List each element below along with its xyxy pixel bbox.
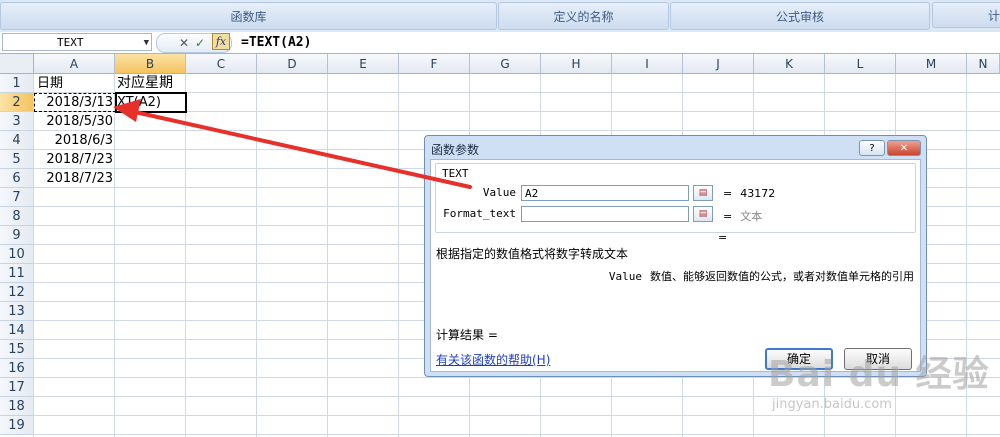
gridline-horizontal [34, 130, 1000, 131]
row-header-10[interactable]: 10 [0, 245, 34, 264]
argument-description-text: 数值、能够返回数值的公式，或者对数值单元格的引用 [650, 270, 914, 283]
function-result-equals: = [718, 231, 728, 244]
cell-a4[interactable]: 2018/6/3 [34, 131, 116, 150]
row-header-14[interactable]: 14 [0, 321, 34, 340]
function-description: 根据指定的数值格式将数字转成文本 [436, 247, 629, 261]
column-header-g[interactable]: G [470, 54, 541, 74]
column-header-m[interactable]: M [896, 54, 967, 74]
watermark-logo: Bai du 经验 [768, 354, 990, 395]
equals-sign: = [723, 210, 733, 223]
arg-label-format-text: Format_text [443, 207, 516, 220]
column-header-k[interactable]: K [754, 54, 825, 74]
cancel-icon[interactable]: ✕ [179, 35, 189, 51]
name-box[interactable]: TEXT ▼ [2, 33, 152, 51]
row-header-12[interactable]: 12 [0, 283, 34, 302]
function-arguments-dialog: 函数参数 ? ✕ TEXT Value A2 ▤ = 43172 Format_t… [424, 135, 927, 377]
ribbon-group-defined-names[interactable]: 定义的名称 [498, 2, 669, 30]
help-button[interactable]: ? [859, 140, 885, 156]
argument-description-name: Value [608, 270, 642, 283]
argument-description: Value 数值、能够返回数值的公式，或者对数值单元格的引用 [609, 268, 914, 284]
row-header-16[interactable]: 16 [0, 359, 34, 378]
gridline-vertical [398, 74, 399, 437]
formula-bar: TEXT ▼ ✕ ✓ fx =TEXT(A2) [0, 32, 1000, 54]
ribbon-group-label: 公式审核 [775, 9, 824, 24]
column-header-b[interactable]: B [115, 54, 186, 74]
row-header-18[interactable]: 18 [0, 397, 34, 416]
arguments-group: TEXT Value A2 ▤ = 43172 Format_text ▤ = 文本 [435, 163, 916, 233]
name-box-value: TEXT [57, 36, 84, 49]
row-header-2[interactable]: 2 [0, 93, 34, 112]
row-header-15[interactable]: 15 [0, 340, 34, 359]
collapse-dialog-icon[interactable]: ▤ [693, 206, 713, 222]
watermark-url: jingyan.baidu.com [772, 397, 892, 412]
arg-result-format-text-value: 文本 [740, 210, 763, 223]
formula-result: 计算结果 = [436, 328, 498, 342]
ribbon-group-calculation[interactable]: 计 [932, 2, 1000, 28]
arg-result-value-text: 43172 [740, 187, 776, 200]
column-header-i[interactable]: I [612, 54, 683, 74]
gridline-vertical [185, 74, 186, 437]
gridline-vertical [327, 74, 328, 437]
row-header-17[interactable]: 17 [0, 378, 34, 397]
row-header-5[interactable]: 5 [0, 150, 34, 169]
ribbon: 函数库 定义的名称 公式审核 计 [0, 0, 1000, 33]
column-header-d[interactable]: D [257, 54, 328, 74]
ribbon-group-label: 函数库 [230, 9, 267, 24]
row-header-11[interactable]: 11 [0, 264, 34, 283]
function-name: TEXT [442, 167, 469, 180]
cell-a2[interactable]: 2018/3/13 [34, 93, 116, 112]
column-header-h[interactable]: H [541, 54, 612, 74]
arg-result-format-text: = 文本 [723, 208, 762, 224]
cell-a3[interactable]: 2018/5/30 [34, 112, 116, 131]
row-header-19[interactable]: 19 [0, 416, 34, 435]
row-header-3[interactable]: 3 [0, 112, 34, 131]
format-text-input[interactable] [521, 206, 689, 222]
column-header-n[interactable]: N [967, 54, 1000, 74]
gridline-vertical [256, 74, 257, 437]
insert-function-icon[interactable]: fx [212, 33, 230, 50]
value-input[interactable]: A2 [521, 185, 689, 201]
column-header-c[interactable]: C [186, 54, 257, 74]
row-header-13[interactable]: 13 [0, 302, 34, 321]
chevron-down-icon[interactable]: ▼ [144, 34, 149, 52]
cell-a6[interactable]: 2018/7/23 [34, 169, 116, 188]
column-header-l[interactable]: L [825, 54, 896, 74]
select-all-corner[interactable] [0, 54, 34, 74]
cell-b2-editing[interactable]: XT(A2) [117, 93, 185, 112]
row-header-8[interactable]: 8 [0, 207, 34, 226]
column-header-a[interactable]: A [34, 54, 115, 74]
cell-a1[interactable]: 日期 [37, 74, 63, 93]
row-header-9[interactable]: 9 [0, 226, 34, 245]
arg-label-value: Value [482, 186, 516, 199]
column-header-j[interactable]: J [683, 54, 754, 74]
close-button[interactable]: ✕ [887, 140, 921, 156]
ribbon-group-label: 计 [988, 8, 1000, 23]
row-header-4[interactable]: 4 [0, 131, 34, 150]
cell-a5[interactable]: 2018/7/23 [34, 150, 116, 169]
baidu-watermark: Bai du 经验 jingyan.baidu.com [768, 345, 998, 435]
ribbon-group-label: 定义的名称 [553, 9, 614, 24]
collapse-dialog-icon[interactable]: ▤ [693, 185, 713, 201]
formula-input[interactable]: =TEXT(A2) [241, 32, 311, 53]
ribbon-group-formula-auditing[interactable]: 公式审核 [670, 2, 930, 30]
column-header-f[interactable]: F [399, 54, 470, 74]
dialog-title: 函数参数 [431, 143, 480, 157]
function-help-link[interactable]: 有关该函数的帮助(H) [436, 351, 550, 368]
column-header-e[interactable]: E [328, 54, 399, 74]
ribbon-group-function-library[interactable]: 函数库 [0, 2, 497, 30]
row-header-6[interactable]: 6 [0, 169, 34, 188]
check-icon[interactable]: ✓ [195, 35, 205, 51]
row-header-7[interactable]: 7 [0, 188, 34, 207]
row-header-1[interactable]: 1 [0, 74, 34, 93]
equals-sign: = [723, 187, 733, 200]
dialog-body: TEXT Value A2 ▤ = 43172 Format_text ▤ = 文本… [430, 159, 921, 372]
arg-result-value: = 43172 [723, 187, 775, 200]
cell-b1[interactable]: 对应星期 [117, 74, 173, 93]
